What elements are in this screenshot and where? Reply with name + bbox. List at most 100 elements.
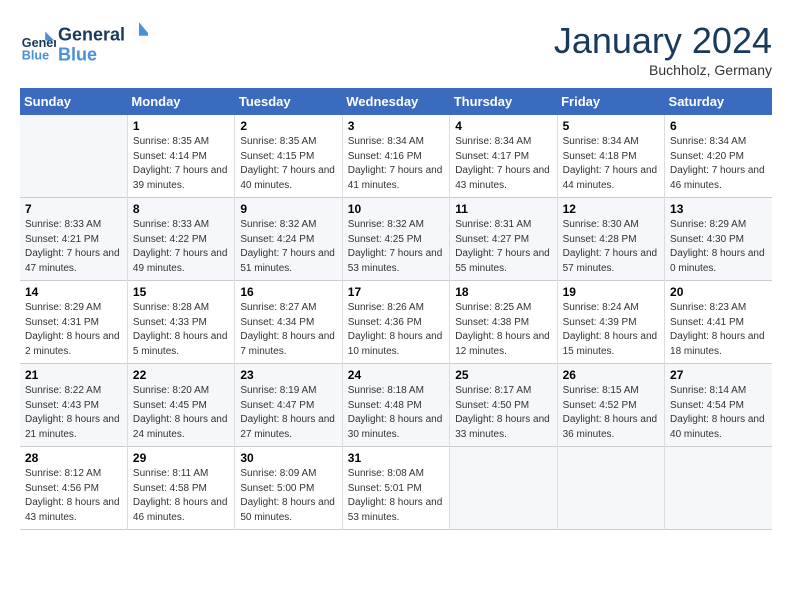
day-number: 6: [670, 119, 768, 133]
day-info: Sunrise: 8:29 AMSunset: 4:31 PMDaylight:…: [25, 301, 123, 359]
calendar-cell: 13 Sunrise: 8:29 AMSunset: 4:30 PMDaylig…: [665, 198, 772, 281]
day-number: 28: [25, 451, 123, 465]
weekday-header-monday: Monday: [127, 88, 234, 115]
day-number: 16: [240, 285, 337, 299]
calendar-week-3: 14 Sunrise: 8:29 AMSunset: 4:31 PMDaylig…: [20, 281, 772, 364]
calendar-cell: 9 Sunrise: 8:32 AMSunset: 4:24 PMDayligh…: [235, 198, 342, 281]
day-info: Sunrise: 8:11 AMSunset: 4:58 PMDaylight:…: [133, 467, 230, 525]
weekday-header-friday: Friday: [557, 88, 664, 115]
title-block: January 2024 Buchholz, Germany: [554, 20, 772, 78]
calendar-header-row: SundayMondayTuesdayWednesdayThursdayFrid…: [20, 88, 772, 115]
day-info: Sunrise: 8:33 AMSunset: 4:21 PMDaylight:…: [25, 218, 123, 276]
calendar-cell: 10 Sunrise: 8:32 AMSunset: 4:25 PMDaylig…: [342, 198, 449, 281]
day-info: Sunrise: 8:09 AMSunset: 5:00 PMDaylight:…: [240, 467, 337, 525]
day-number: 23: [240, 368, 337, 382]
day-number: 7: [25, 202, 123, 216]
calendar-cell: 20 Sunrise: 8:23 AMSunset: 4:41 PMDaylig…: [665, 281, 772, 364]
day-number: 14: [25, 285, 123, 299]
day-info: Sunrise: 8:32 AMSunset: 4:24 PMDaylight:…: [240, 218, 337, 276]
location-subtitle: Buchholz, Germany: [554, 62, 772, 78]
day-number: 29: [133, 451, 230, 465]
day-info: Sunrise: 8:18 AMSunset: 4:48 PMDaylight:…: [348, 384, 445, 442]
calendar-cell: 21 Sunrise: 8:22 AMSunset: 4:43 PMDaylig…: [20, 364, 127, 447]
day-info: Sunrise: 8:22 AMSunset: 4:43 PMDaylight:…: [25, 384, 123, 442]
day-info: Sunrise: 8:31 AMSunset: 4:27 PMDaylight:…: [455, 218, 552, 276]
day-info: Sunrise: 8:29 AMSunset: 4:30 PMDaylight:…: [670, 218, 768, 276]
day-info: Sunrise: 8:30 AMSunset: 4:28 PMDaylight:…: [563, 218, 660, 276]
day-number: 30: [240, 451, 337, 465]
day-number: 22: [133, 368, 230, 382]
day-number: 17: [348, 285, 445, 299]
day-info: Sunrise: 8:34 AMSunset: 4:16 PMDaylight:…: [348, 135, 445, 193]
day-number: 27: [670, 368, 768, 382]
calendar-cell: 11 Sunrise: 8:31 AMSunset: 4:27 PMDaylig…: [450, 198, 557, 281]
day-number: 18: [455, 285, 552, 299]
calendar-cell: [665, 447, 772, 530]
weekday-header-wednesday: Wednesday: [342, 88, 449, 115]
day-info: Sunrise: 8:14 AMSunset: 4:54 PMDaylight:…: [670, 384, 768, 442]
day-info: Sunrise: 8:26 AMSunset: 4:36 PMDaylight:…: [348, 301, 445, 359]
logo-svg: General Blue: [58, 20, 148, 65]
day-info: Sunrise: 8:20 AMSunset: 4:45 PMDaylight:…: [133, 384, 230, 442]
day-info: Sunrise: 8:08 AMSunset: 5:01 PMDaylight:…: [348, 467, 445, 525]
calendar-cell: 26 Sunrise: 8:15 AMSunset: 4:52 PMDaylig…: [557, 364, 664, 447]
day-number: 13: [670, 202, 768, 216]
calendar-cell: 14 Sunrise: 8:29 AMSunset: 4:31 PMDaylig…: [20, 281, 127, 364]
calendar-cell: 12 Sunrise: 8:30 AMSunset: 4:28 PMDaylig…: [557, 198, 664, 281]
month-title: January 2024: [554, 20, 772, 62]
calendar-cell: [20, 115, 127, 198]
calendar-cell: 23 Sunrise: 8:19 AMSunset: 4:47 PMDaylig…: [235, 364, 342, 447]
day-number: 5: [563, 119, 660, 133]
calendar-cell: 29 Sunrise: 8:11 AMSunset: 4:58 PMDaylig…: [127, 447, 234, 530]
day-info: Sunrise: 8:12 AMSunset: 4:56 PMDaylight:…: [25, 467, 123, 525]
calendar-cell: 17 Sunrise: 8:26 AMSunset: 4:36 PMDaylig…: [342, 281, 449, 364]
day-info: Sunrise: 8:28 AMSunset: 4:33 PMDaylight:…: [133, 301, 230, 359]
day-number: 21: [25, 368, 123, 382]
day-info: Sunrise: 8:19 AMSunset: 4:47 PMDaylight:…: [240, 384, 337, 442]
weekday-header-tuesday: Tuesday: [235, 88, 342, 115]
logo-icon: General Blue: [20, 27, 56, 63]
calendar-cell: 22 Sunrise: 8:20 AMSunset: 4:45 PMDaylig…: [127, 364, 234, 447]
logo: General Blue General Blue: [20, 20, 148, 70]
day-number: 10: [348, 202, 445, 216]
day-number: 12: [563, 202, 660, 216]
day-info: Sunrise: 8:34 AMSunset: 4:17 PMDaylight:…: [455, 135, 552, 193]
calendar-table: SundayMondayTuesdayWednesdayThursdayFrid…: [20, 88, 772, 530]
calendar-cell: 5 Sunrise: 8:34 AMSunset: 4:18 PMDayligh…: [557, 115, 664, 198]
calendar-cell: 8 Sunrise: 8:33 AMSunset: 4:22 PMDayligh…: [127, 198, 234, 281]
day-number: 8: [133, 202, 230, 216]
day-number: 31: [348, 451, 445, 465]
day-number: 24: [348, 368, 445, 382]
day-number: 25: [455, 368, 552, 382]
weekday-header-thursday: Thursday: [450, 88, 557, 115]
calendar-cell: 2 Sunrise: 8:35 AMSunset: 4:15 PMDayligh…: [235, 115, 342, 198]
calendar-cell: 18 Sunrise: 8:25 AMSunset: 4:38 PMDaylig…: [450, 281, 557, 364]
day-number: 11: [455, 202, 552, 216]
calendar-cell: 24 Sunrise: 8:18 AMSunset: 4:48 PMDaylig…: [342, 364, 449, 447]
day-number: 19: [563, 285, 660, 299]
calendar-cell: 28 Sunrise: 8:12 AMSunset: 4:56 PMDaylig…: [20, 447, 127, 530]
day-number: 1: [133, 119, 230, 133]
calendar-cell: 31 Sunrise: 8:08 AMSunset: 5:01 PMDaylig…: [342, 447, 449, 530]
calendar-cell: 19 Sunrise: 8:24 AMSunset: 4:39 PMDaylig…: [557, 281, 664, 364]
calendar-cell: 4 Sunrise: 8:34 AMSunset: 4:17 PMDayligh…: [450, 115, 557, 198]
day-info: Sunrise: 8:17 AMSunset: 4:50 PMDaylight:…: [455, 384, 552, 442]
day-info: Sunrise: 8:25 AMSunset: 4:38 PMDaylight:…: [455, 301, 552, 359]
day-info: Sunrise: 8:23 AMSunset: 4:41 PMDaylight:…: [670, 301, 768, 359]
day-number: 2: [240, 119, 337, 133]
day-number: 4: [455, 119, 552, 133]
calendar-week-2: 7 Sunrise: 8:33 AMSunset: 4:21 PMDayligh…: [20, 198, 772, 281]
calendar-cell: 27 Sunrise: 8:14 AMSunset: 4:54 PMDaylig…: [665, 364, 772, 447]
day-info: Sunrise: 8:15 AMSunset: 4:52 PMDaylight:…: [563, 384, 660, 442]
day-info: Sunrise: 8:32 AMSunset: 4:25 PMDaylight:…: [348, 218, 445, 276]
calendar-cell: 16 Sunrise: 8:27 AMSunset: 4:34 PMDaylig…: [235, 281, 342, 364]
calendar-cell: 30 Sunrise: 8:09 AMSunset: 5:00 PMDaylig…: [235, 447, 342, 530]
day-number: 15: [133, 285, 230, 299]
calendar-cell: 1 Sunrise: 8:35 AMSunset: 4:14 PMDayligh…: [127, 115, 234, 198]
day-info: Sunrise: 8:34 AMSunset: 4:18 PMDaylight:…: [563, 135, 660, 193]
calendar-week-1: 1 Sunrise: 8:35 AMSunset: 4:14 PMDayligh…: [20, 115, 772, 198]
calendar-cell: 3 Sunrise: 8:34 AMSunset: 4:16 PMDayligh…: [342, 115, 449, 198]
weekday-header-saturday: Saturday: [665, 88, 772, 115]
calendar-week-4: 21 Sunrise: 8:22 AMSunset: 4:43 PMDaylig…: [20, 364, 772, 447]
day-number: 20: [670, 285, 768, 299]
